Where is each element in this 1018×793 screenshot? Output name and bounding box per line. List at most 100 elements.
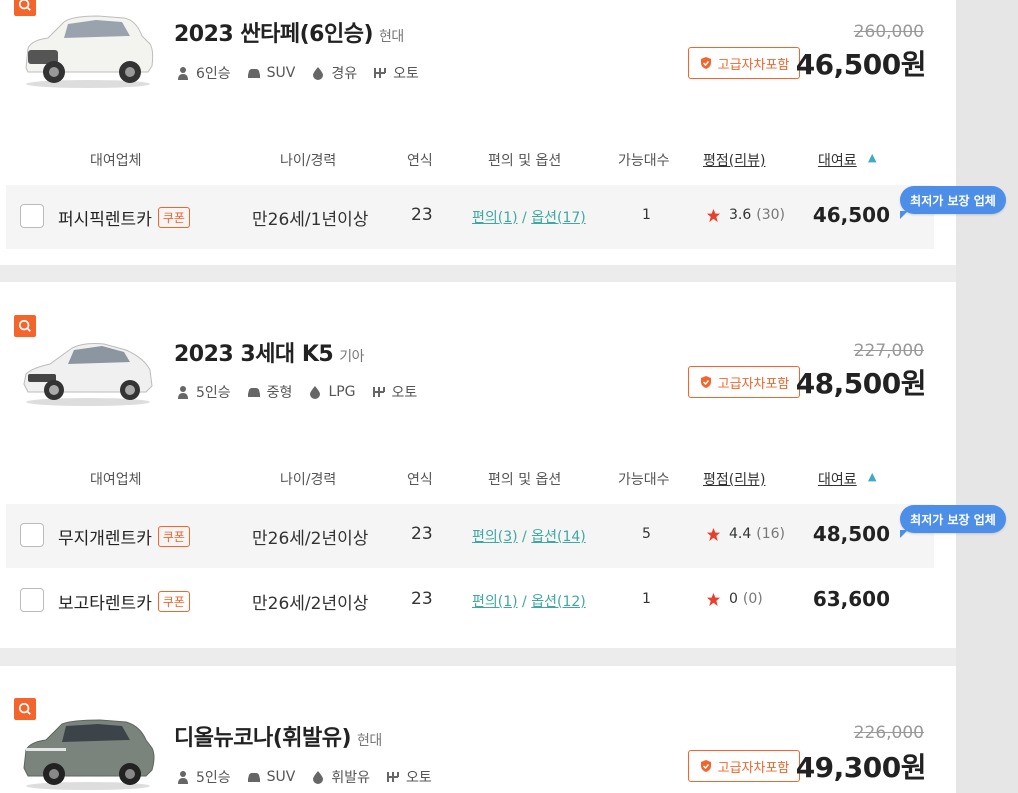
fuel-drop-icon [313, 67, 324, 80]
car-title: 2023 3세대 K5 기아 [174, 342, 364, 367]
available-count: 5 [642, 526, 651, 542]
age-requirement: 만26세/2년이상 [252, 594, 369, 614]
header-year: 연식 [407, 153, 433, 169]
premium-insurance-badge: 고급자차포함 [688, 47, 800, 79]
car-card-k5: 2023 3세대 K5 기아 5인승 중형 LPG 오토 227,000 고급자차… [0, 282, 956, 648]
available-count: 1 [642, 591, 651, 607]
coupon-badge: 쿠폰 [157, 526, 190, 547]
person-icon [178, 67, 188, 80]
spec-transmission: 오토 [373, 63, 419, 83]
convenience-link[interactable]: 편의(1) [472, 594, 518, 610]
available-count: 1 [642, 207, 651, 223]
coupon-badge: 쿠폰 [157, 591, 190, 612]
options-link[interactable]: 옵션(17) [531, 210, 586, 226]
shield-icon [700, 760, 711, 772]
premium-insurance-badge: 고급자차포함 [688, 750, 800, 782]
right-gutter [956, 0, 1018, 793]
car-image [23, 343, 153, 406]
convenience-link[interactable]: 편의(1) [472, 210, 518, 226]
header-company: 대여업체 [90, 472, 142, 488]
car-icon [247, 388, 260, 397]
rating: 3.6 (30) [706, 207, 785, 223]
original-price: 226,000 [853, 723, 924, 743]
model-year: 23 [411, 205, 433, 225]
table-row[interactable]: 무지개렌트카 쿠폰 만26세/2년이상 23 편의(3) / 옵션(14) 5 4… [6, 504, 934, 568]
options-links: 편의(1) / 옵션(17) [472, 210, 586, 226]
car-specs: 5인승 SUV 휘발유 오토 [176, 767, 448, 787]
gear-shift-icon [387, 772, 400, 782]
age-requirement: 만26세/2년이상 [252, 529, 369, 549]
shield-icon [700, 57, 711, 69]
options-link[interactable]: 옵션(14) [531, 529, 586, 545]
model-year: 23 [411, 524, 433, 544]
car-specs: 6인승 SUV 경유 오토 [176, 63, 435, 83]
age-requirement: 만26세/1년이상 [252, 210, 369, 230]
gear-shift-icon [374, 68, 387, 78]
header-options: 편의 및 옵션 [488, 153, 562, 169]
company-name: 무지개렌트카 쿠폰 [58, 524, 190, 549]
table-header: 대여업체 나이/경력 연식 편의 및 옵션 가능대수 평점(리뷰) 대여료 ▲ [0, 469, 956, 491]
rating: 0 (0) [706, 591, 763, 607]
spec-type: SUV [247, 65, 295, 81]
person-icon [178, 771, 188, 784]
final-price: 49,300원 [795, 751, 927, 784]
header-rating-sort[interactable]: 평점(리뷰) [703, 469, 765, 489]
car-icon [247, 773, 260, 782]
header-price-sort[interactable]: 대여료 [818, 469, 857, 489]
spec-transmission: 오토 [386, 767, 432, 787]
company-name: 보고타렌트카 쿠폰 [58, 589, 190, 614]
car-image [25, 15, 154, 88]
lowest-price-tag: 최저가 보장 업체 [900, 505, 1006, 538]
star-icon [706, 527, 721, 541]
model-year: 23 [411, 589, 433, 609]
car-maker: 기아 [339, 349, 364, 365]
chevron-up-icon: ▲ [868, 151, 877, 164]
spec-seats: 5인승 [176, 382, 231, 402]
car-maker: 현대 [357, 733, 382, 749]
coupon-badge: 쿠폰 [157, 207, 190, 228]
header-company: 대여업체 [90, 153, 142, 169]
star-icon [706, 592, 721, 606]
spec-transmission: 오토 [372, 382, 417, 402]
star-icon [706, 208, 721, 222]
options-links: 편의(3) / 옵션(14) [472, 529, 586, 545]
rating: 4.4 (16) [706, 526, 785, 542]
header-age: 나이/경력 [280, 472, 337, 488]
select-checkbox[interactable] [20, 523, 44, 547]
spec-fuel: 휘발유 [311, 767, 370, 787]
select-checkbox[interactable] [20, 588, 44, 612]
header-rating-sort[interactable]: 평점(리뷰) [703, 150, 765, 170]
options-link[interactable]: 옵션(12) [531, 594, 586, 610]
gear-shift-icon [372, 387, 385, 397]
row-price: 48,500 [812, 522, 890, 546]
original-price: 260,000 [853, 22, 924, 42]
table-row[interactable]: 퍼시픽렌트카 쿠폰 만26세/1년이상 23 편의(1) / 옵션(17) 1 3… [6, 185, 934, 249]
car-title: 디올뉴코나(휘발유) 현대 [174, 726, 382, 751]
car-card-santafe: 2023 싼타페(6인승) 현대 6인승 SUV 경유 오토 260,000 고급… [0, 0, 956, 265]
person-icon [178, 386, 188, 399]
spec-seats: 6인승 [176, 63, 231, 83]
shield-icon [700, 376, 711, 388]
car-specs: 5인승 중형 LPG 오토 [176, 382, 433, 402]
car-maker: 현대 [379, 29, 404, 45]
header-year: 연식 [407, 472, 433, 488]
spec-seats: 5인승 [176, 767, 231, 787]
original-price: 227,000 [853, 341, 924, 361]
header-price-sort[interactable]: 대여료 [818, 150, 857, 170]
car-title: 2023 싼타페(6인승) 현대 [174, 22, 404, 47]
fuel-drop-icon [310, 386, 321, 399]
car-image [23, 719, 155, 790]
final-price: 48,500원 [795, 367, 927, 400]
convenience-link[interactable]: 편의(3) [472, 529, 518, 545]
options-links: 편의(1) / 옵션(12) [472, 594, 586, 610]
spec-fuel: LPG [308, 384, 356, 400]
table-row[interactable]: 보고타렌트카 쿠폰 만26세/2년이상 23 편의(1) / 옵션(12) 1 0… [6, 569, 934, 633]
car-icon [247, 69, 260, 78]
header-age: 나이/경력 [280, 153, 337, 169]
car-card-kona: 디올뉴코나(휘발유) 현대 5인승 SUV 휘발유 오토 226,000 고급자차… [0, 666, 956, 793]
table-header: 대여업체 나이/경력 연식 편의 및 옵션 가능대수 평점(리뷰) 대여료 ▲ [0, 150, 956, 172]
chevron-up-icon: ▲ [868, 470, 877, 483]
premium-insurance-badge: 고급자차포함 [688, 366, 800, 398]
header-available: 가능대수 [618, 153, 670, 169]
select-checkbox[interactable] [20, 204, 44, 228]
